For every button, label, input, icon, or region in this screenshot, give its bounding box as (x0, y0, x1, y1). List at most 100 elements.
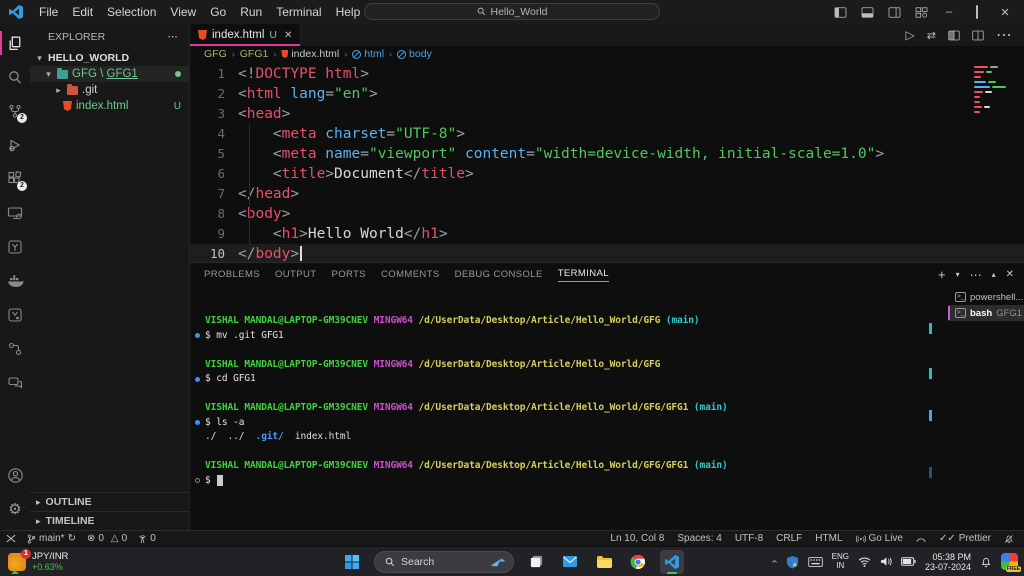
code-line-2[interactable]: 2<html lang="en"> (190, 84, 1024, 104)
menu-file[interactable]: File (32, 3, 65, 21)
mail-app-icon[interactable] (558, 550, 582, 574)
minimap[interactable] (974, 66, 1016, 116)
arc-icon[interactable] (916, 535, 926, 543)
tab-close-icon[interactable]: ✕ (284, 30, 292, 41)
editor-layout-icon[interactable] (972, 30, 984, 41)
menu-help[interactable]: Help (329, 3, 368, 21)
tab-debug-console[interactable]: DEBUG CONSOLE (455, 269, 543, 280)
toggle-secondary-sidebar-icon[interactable] (888, 7, 901, 18)
menu-edit[interactable]: Edit (65, 3, 100, 21)
tree-folder-gfg-gfg1[interactable]: ▾ GFG \ GFG1 (30, 66, 189, 82)
code-line-1[interactable]: 1<!DOCTYPE html> (190, 64, 1024, 84)
tab-comments[interactable]: COMMENTS (381, 269, 440, 280)
breadcrumb-file[interactable]: index.html (281, 48, 339, 60)
breadcrumb-gfg[interactable]: GFG (204, 48, 227, 60)
tree-file-index-html[interactable]: index.html U (30, 98, 189, 114)
comments-icon[interactable] (0, 366, 30, 400)
ports-indicator[interactable]: 0 (138, 533, 156, 544)
toggle-panel-icon[interactable] (861, 7, 874, 18)
vscode-taskbar-icon[interactable] (660, 550, 684, 574)
language-mode[interactable]: HTML (815, 533, 842, 544)
workflow-icon[interactable] (0, 332, 30, 366)
eol-sequence[interactable]: CRLF (776, 533, 802, 544)
outline-section[interactable]: ▸ OUTLINE (30, 492, 189, 511)
menu-run[interactable]: Run (233, 3, 269, 21)
maximize-button[interactable] (970, 6, 984, 18)
speaker-icon[interactable] (880, 556, 892, 567)
terminal-dropdown-icon[interactable]: ▾ (956, 271, 960, 279)
file-explorer-icon[interactable] (592, 550, 616, 574)
weather-widget[interactable]: 1 JPY/INR +0.63% (8, 552, 68, 572)
explorer-icon[interactable] (0, 26, 30, 60)
tab-ports[interactable]: PORTS (331, 269, 366, 280)
tab-terminal[interactable]: TERMINAL (558, 268, 609, 282)
menu-go[interactable]: Go (203, 3, 233, 21)
close-panel-icon[interactable]: ✕ (1006, 270, 1014, 280)
code-line-9[interactable]: 9 <h1>Hello World</h1> (190, 224, 1024, 244)
notification-bell-icon[interactable] (980, 556, 992, 568)
security-shield-icon[interactable] (786, 555, 799, 569)
customize-layout-icon[interactable] (915, 7, 928, 18)
terminal-output[interactable]: VISHAL MANDAL@LAPTOP-GM39CNEV MINGW64 /d… (190, 286, 948, 530)
account-icon[interactable] (0, 458, 30, 492)
run-button[interactable]: ▷ (906, 28, 915, 42)
explorer-more-actions-icon[interactable]: ⋯ (168, 31, 180, 43)
language-indicator[interactable]: ENGIN (832, 553, 849, 570)
notifications-bell-icon[interactable] (1004, 534, 1014, 544)
live-preview-icon[interactable] (0, 196, 30, 230)
prettier-indicator[interactable]: ✓✓ Prettier (939, 533, 991, 544)
code-line-5[interactable]: 5 <meta name="viewport" content="width=d… (190, 144, 1024, 164)
tab-index-html[interactable]: index.html U ✕ (190, 24, 301, 46)
panel-more-icon[interactable]: ⋯ (970, 269, 982, 281)
start-button[interactable] (340, 550, 364, 574)
docker-icon[interactable] (0, 264, 30, 298)
encoding[interactable]: UTF-8 (735, 533, 763, 544)
maximize-panel-icon[interactable]: ▴ (992, 271, 996, 279)
minimize-button[interactable]: – (942, 6, 956, 18)
menu-selection[interactable]: Selection (100, 3, 163, 21)
search-icon[interactable] (0, 60, 30, 94)
remote-indicator-icon[interactable] (6, 534, 16, 543)
code-line-6[interactable]: 6 <title>Document</title> (190, 164, 1024, 184)
code-editor[interactable]: 1<!DOCTYPE html>2<html lang="en">3<head>… (190, 62, 1024, 262)
breadcrumb-gfg1[interactable]: GFG1 (240, 48, 269, 60)
tree-folder-git[interactable]: ▸ .git (30, 82, 189, 98)
promoted-app-icon[interactable]: FREE (1001, 553, 1018, 570)
cursor-position[interactable]: Ln 10, Col 8 (610, 533, 664, 544)
close-button[interactable]: ✕ (998, 6, 1012, 19)
code-line-7[interactable]: 7</head> (190, 184, 1024, 204)
clock[interactable]: 05:38 PM 23-07-2024 (925, 552, 971, 572)
new-terminal-icon[interactable]: + (938, 268, 946, 281)
code-line-8[interactable]: 8<body> (190, 204, 1024, 224)
extension-b-icon[interactable] (0, 298, 30, 332)
wifi-icon[interactable] (858, 557, 871, 567)
problems-indicator[interactable]: ⊗0 △0 (87, 533, 127, 544)
code-line-3[interactable]: 3<head> (190, 104, 1024, 124)
tab-problems[interactable]: PROBLEMS (204, 269, 260, 280)
settings-gear-icon[interactable]: ⚙ (0, 492, 30, 526)
task-view-button[interactable] (524, 550, 548, 574)
taskbar-search[interactable]: Search (374, 551, 514, 573)
run-debug-icon[interactable] (0, 128, 30, 162)
open-changes-icon[interactable]: ⇄ (927, 29, 936, 42)
code-line-10[interactable]: 10</body> (190, 244, 1024, 262)
breadcrumb-html[interactable]: html (352, 48, 384, 60)
terminal-item-powershell[interactable]: >_ powershell... (948, 289, 1024, 305)
timeline-section[interactable]: ▸ TIMELINE (30, 511, 189, 530)
touch-keyboard-icon[interactable] (808, 557, 823, 567)
extension-a-icon[interactable] (0, 230, 30, 264)
menu-terminal[interactable]: Terminal (269, 3, 328, 21)
command-center-search[interactable]: Hello_World (364, 3, 660, 20)
extensions-icon[interactable]: 2 (0, 162, 30, 196)
breadcrumb-body[interactable]: body (397, 48, 432, 60)
menu-view[interactable]: View (163, 3, 203, 21)
source-control-icon[interactable]: 2 (0, 94, 30, 128)
battery-icon[interactable] (901, 557, 916, 566)
chrome-icon[interactable] (626, 550, 650, 574)
git-branch-indicator[interactable]: main* ↻ (27, 533, 76, 544)
tray-expand-icon[interactable]: › (769, 560, 780, 563)
tree-root-hello-world[interactable]: ▾ HELLO_WORLD (30, 50, 189, 66)
terminal-item-bash[interactable]: >_ bash GFG1 (948, 305, 1024, 321)
tab-output[interactable]: OUTPUT (275, 269, 316, 280)
indentation[interactable]: Spaces: 4 (677, 533, 721, 544)
